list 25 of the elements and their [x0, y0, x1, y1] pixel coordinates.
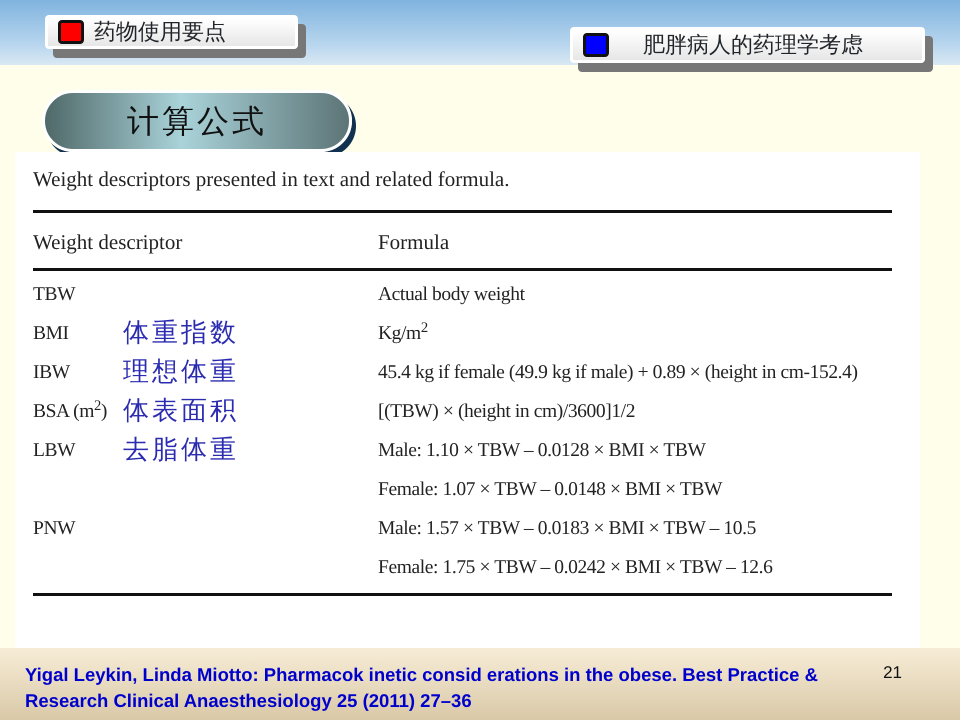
table-cell-text: Female: 1.75 × TBW – 0.0242 × BMI × TBW – 12.6	[378, 556, 774, 580]
page-number: 21	[883, 662, 902, 684]
table-cell-text: [(TBW) × (height in cm)/3600]1/2	[378, 400, 636, 424]
annotation: 体重指数	[123, 317, 240, 350]
table-cell-text: 45.4 kg if female (49.9 kg if male) + 0.89 × (height in cm-152.4)	[378, 361, 859, 385]
tab-label: 肥胖病人的药理学考虑	[643, 32, 863, 60]
table-cell-text: PNW	[33, 517, 76, 541]
table-cell-text: BSA (m$^{2}$)	[33, 396, 108, 424]
table-cell-text: Actual body weight	[378, 283, 526, 307]
table-cell-text: Male: 1.57 × TBW – 0.0183 × BMI × TBW – 10.5	[378, 517, 757, 541]
table-cell-text: IBW	[33, 361, 71, 385]
table-cell-text: BMI	[33, 322, 70, 346]
table-cell-text: Female: 1.07 × TBW – 0.0148 × BMI × TBW	[378, 478, 724, 502]
table-cell-text: TBW	[33, 283, 76, 307]
table-cell-text: LBW	[33, 439, 76, 463]
annotation: 去脂体重	[123, 434, 240, 467]
citation: Yigal Leykin, Linda Miotto: Pharmacok inetic consid erations in the obese. Best Practice & Research Clinical Anaesthesiology 25 (2011) 27–36	[25, 663, 819, 713]
table-cell-text: Male: 1.10 × TBW – 0.0128 × BMI × TBW	[378, 439, 707, 463]
annotation: 体表面积	[123, 395, 240, 428]
table-caption: Weight descriptors presented in text and related formula.	[33, 166, 510, 193]
column-header: Formula	[378, 228, 450, 256]
column-header: Weight descriptor	[33, 228, 184, 256]
annotation: 理想体重	[123, 356, 240, 389]
tab-label: 药物使用要点	[94, 18, 226, 46]
table-cell-text: Kg/m$^{2}$	[378, 318, 429, 346]
